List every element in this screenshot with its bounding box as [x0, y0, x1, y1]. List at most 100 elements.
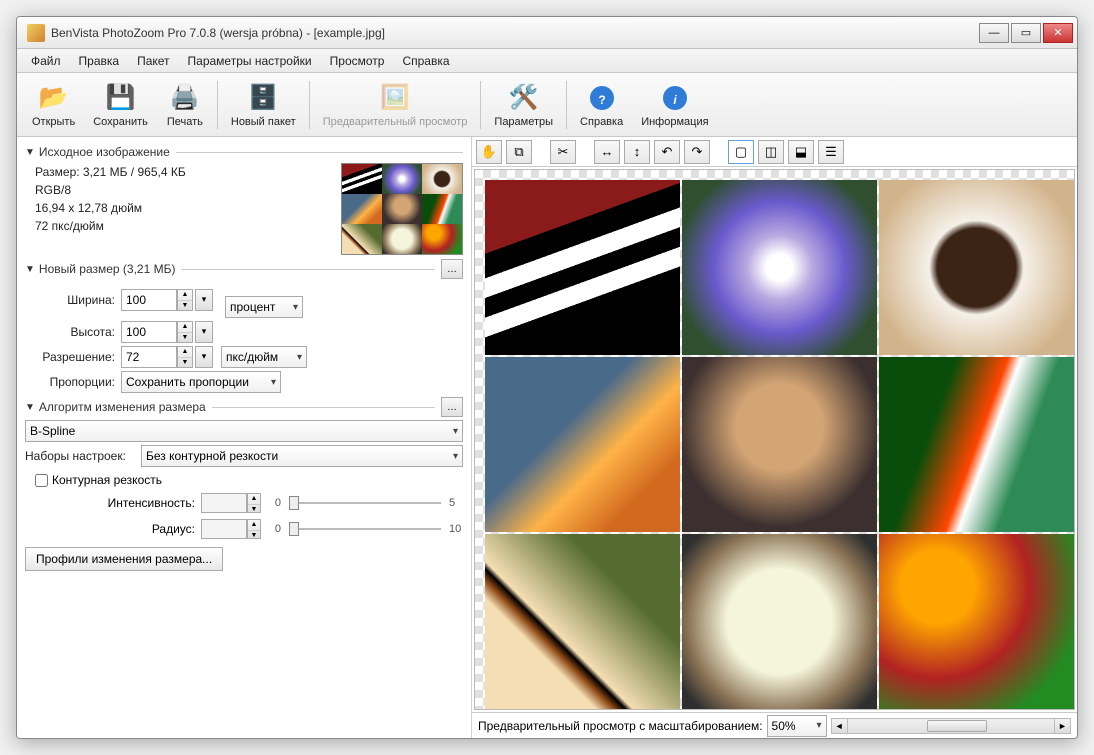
- print-icon: 🖨️: [169, 82, 201, 114]
- radius-spinner[interactable]: ▲▼: [247, 519, 261, 539]
- proportions-label: Пропорции:: [25, 375, 115, 389]
- pan-tool-button[interactable]: ✋: [476, 140, 502, 164]
- params-button[interactable]: 🛠️Параметры: [485, 76, 562, 134]
- folder-open-icon: 📂: [38, 82, 70, 114]
- menu-view[interactable]: Просмотр: [322, 51, 393, 71]
- width-input[interactable]: [121, 289, 177, 311]
- scroll-left-button[interactable]: ◄: [832, 719, 848, 733]
- radius-max: 10: [449, 523, 463, 535]
- presets-label: Наборы настроек:: [25, 449, 135, 463]
- source-section-header[interactable]: ▼Исходное изображение: [25, 145, 463, 159]
- svg-text:?: ?: [598, 93, 605, 107]
- preview-image: [485, 180, 1074, 709]
- newsize-section-header[interactable]: ▼Новый размер (3,21 МБ)…: [25, 259, 463, 279]
- height-history-button[interactable]: ▾: [195, 321, 213, 343]
- unit-select[interactable]: процент: [225, 296, 303, 318]
- resolution-label: Разрешение:: [25, 350, 115, 364]
- minimize-button[interactable]: —: [979, 23, 1009, 43]
- batch-icon: 🗄️: [247, 82, 279, 114]
- width-label: Ширина:: [25, 293, 115, 307]
- right-panel: ✋ ⧉ ✂ ↔ ↕ ↶ ↷ ▢ ◫ ⬓ ☰: [472, 137, 1077, 738]
- help-button[interactable]: ?Справка: [571, 76, 632, 134]
- height-input[interactable]: [121, 321, 177, 343]
- menu-settings[interactable]: Параметры настройки: [180, 51, 320, 71]
- resolution-history-button[interactable]: ▾: [195, 346, 213, 368]
- save-icon: 💾: [105, 82, 137, 114]
- view-single-button[interactable]: ▢: [728, 140, 754, 164]
- intensity-input[interactable]: [201, 493, 247, 513]
- menu-help[interactable]: Справка: [394, 51, 457, 71]
- window-title: BenVista PhotoZoom Pro 7.0.8 (wersja pró…: [51, 26, 979, 40]
- source-mode: RGB/8: [35, 183, 341, 197]
- zoom-label: Предварительный просмотр с масштабирован…: [478, 719, 763, 733]
- height-label: Высота:: [25, 325, 115, 339]
- crop-tool-button[interactable]: ✂: [550, 140, 576, 164]
- source-thumbnail[interactable]: [341, 163, 463, 255]
- tools-icon: 🛠️: [508, 82, 540, 114]
- resolution-spinner[interactable]: ▲▼: [177, 346, 193, 368]
- radius-min: 0: [267, 523, 281, 535]
- app-icon: [27, 24, 45, 42]
- open-button[interactable]: 📂Открыть: [23, 76, 84, 134]
- intensity-min: 0: [267, 497, 281, 509]
- proportions-select[interactable]: Сохранить пропорции: [121, 371, 281, 393]
- rotate-cw-button[interactable]: ↷: [684, 140, 710, 164]
- preview-area[interactable]: [474, 169, 1075, 710]
- view-split-v-button[interactable]: ◫: [758, 140, 784, 164]
- method-select[interactable]: B-Spline: [25, 420, 463, 442]
- zoom-select[interactable]: 50%: [767, 715, 827, 737]
- app-window: BenVista PhotoZoom Pro 7.0.8 (wersja pró…: [16, 16, 1078, 739]
- tri-down-icon: ▼: [25, 147, 35, 158]
- scroll-right-button[interactable]: ►: [1054, 719, 1070, 733]
- horizontal-scrollbar[interactable]: ◄ ►: [831, 718, 1071, 734]
- titlebar: BenVista PhotoZoom Pro 7.0.8 (wersja pró…: [17, 17, 1077, 49]
- tri-down-icon: ▼: [25, 264, 35, 275]
- source-dpi: 72 пкс/дюйм: [35, 219, 341, 233]
- new-batch-button[interactable]: 🗄️Новый пакет: [222, 76, 305, 134]
- unsharp-label: Контурная резкость: [52, 473, 162, 487]
- view-stack-button[interactable]: ☰: [818, 140, 844, 164]
- intensity-label: Интенсивность:: [25, 496, 195, 510]
- print-button[interactable]: 🖨️Печать: [157, 76, 213, 134]
- radius-label: Радиус:: [25, 522, 195, 536]
- select-tool-button[interactable]: ⧉: [506, 140, 532, 164]
- left-panel: ▼Исходное изображение Размер: 3,21 МБ / …: [17, 137, 472, 738]
- info-button[interactable]: iИнформация: [632, 76, 717, 134]
- intensity-spinner[interactable]: ▲▼: [247, 493, 261, 513]
- height-spinner[interactable]: ▲▼: [177, 321, 193, 343]
- menubar: Файл Правка Пакет Параметры настройки Пр…: [17, 49, 1077, 73]
- intensity-slider[interactable]: [289, 493, 441, 513]
- info-icon: i: [659, 82, 691, 114]
- save-button[interactable]: 💾Сохранить: [84, 76, 157, 134]
- tri-down-icon: ▼: [25, 402, 35, 413]
- resolution-input[interactable]: [121, 346, 177, 368]
- algo-options-button[interactable]: …: [441, 397, 463, 417]
- help-icon: ?: [586, 82, 618, 114]
- flip-v-button[interactable]: ↕: [624, 140, 650, 164]
- intensity-max: 5: [449, 497, 463, 509]
- width-spinner[interactable]: ▲▼: [177, 289, 193, 311]
- width-history-button[interactable]: ▾: [195, 289, 213, 311]
- preview-icon: 🖼️: [379, 82, 411, 114]
- presets-select[interactable]: Без контурной резкости: [141, 445, 463, 467]
- toolbar: 📂Открыть 💾Сохранить 🖨️Печать 🗄️Новый пак…: [17, 73, 1077, 137]
- profiles-button[interactable]: Профили изменения размера...: [25, 547, 223, 571]
- flip-h-button[interactable]: ↔: [594, 140, 620, 164]
- source-dims: 16,94 x 12,78 дюйм: [35, 201, 341, 215]
- radius-input[interactable]: [201, 519, 247, 539]
- preview-button[interactable]: 🖼️Предварительный просмотр: [314, 76, 477, 134]
- menu-edit[interactable]: Правка: [71, 51, 128, 71]
- source-size: Размер: 3,21 МБ / 965,4 КБ: [35, 165, 341, 179]
- scroll-thumb[interactable]: [927, 720, 987, 732]
- view-split-h-button[interactable]: ⬓: [788, 140, 814, 164]
- close-button[interactable]: ✕: [1043, 23, 1073, 43]
- algo-section-header[interactable]: ▼Алгоритм изменения размера…: [25, 397, 463, 417]
- resolution-unit-select[interactable]: пкс/дюйм: [221, 346, 307, 368]
- newsize-options-button[interactable]: …: [441, 259, 463, 279]
- maximize-button[interactable]: ▭: [1011, 23, 1041, 43]
- radius-slider[interactable]: [289, 519, 441, 539]
- unsharp-checkbox[interactable]: [35, 474, 48, 487]
- rotate-ccw-button[interactable]: ↶: [654, 140, 680, 164]
- menu-file[interactable]: Файл: [23, 51, 69, 71]
- menu-batch[interactable]: Пакет: [129, 51, 177, 71]
